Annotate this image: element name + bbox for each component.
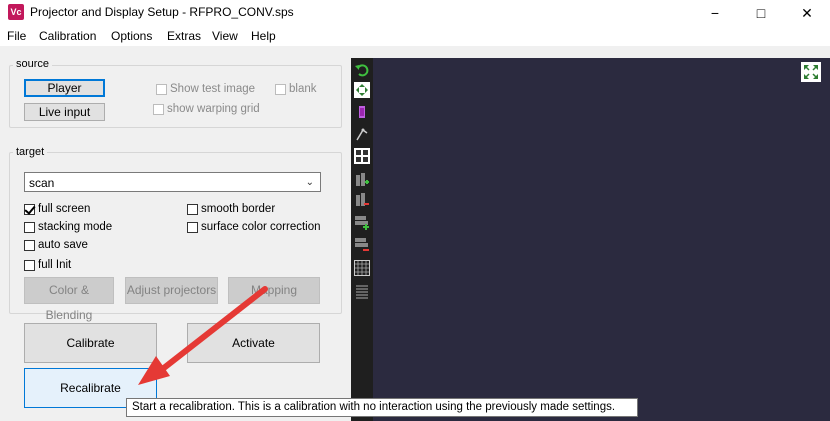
menu-bar: File Calibration Options Extras View Hel… [0, 26, 830, 46]
checkbox-box [24, 221, 35, 233]
show-test-image-label: Show test image [170, 83, 256, 95]
maximize-button[interactable]: □ [738, 0, 784, 26]
smooth-border-label: smooth border [201, 203, 276, 215]
menu-help[interactable]: Help [251, 29, 276, 43]
lines-icon[interactable] [354, 283, 370, 299]
auto-save-checkbox[interactable]: auto save [24, 237, 88, 253]
fit-view-icon[interactable] [354, 82, 370, 98]
close-button[interactable]: ✕ [784, 0, 830, 26]
target-select[interactable]: scan ⌄ [24, 172, 321, 192]
mapping-button[interactable]: Mapping [228, 277, 320, 304]
remove-column-icon[interactable] [354, 192, 370, 208]
title-bar: Vc Projector and Display Setup - RFPRO_C… [0, 0, 830, 26]
warp-grid-icon[interactable] [354, 260, 370, 276]
display-preview[interactable] [351, 58, 830, 421]
add-row-icon[interactable] [354, 214, 370, 230]
add-column-icon[interactable] [354, 172, 370, 188]
projector-icon[interactable] [354, 104, 370, 120]
menu-options[interactable]: Options [111, 29, 152, 43]
checkbox-box [187, 221, 198, 233]
menu-extras[interactable]: Extras [167, 29, 201, 43]
surface-color-correction-checkbox[interactable]: surface color correction [187, 219, 321, 235]
color-blending-button[interactable]: Color & Blending [24, 277, 114, 322]
full-screen-label: full screen [38, 203, 91, 215]
menu-file[interactable]: File [7, 29, 26, 43]
pointer-icon[interactable] [354, 126, 370, 142]
show-warping-grid-checkbox[interactable]: show warping grid [153, 101, 260, 117]
full-init-checkbox[interactable]: full Init [24, 257, 71, 273]
blank-label: blank [289, 83, 317, 95]
target-select-value: scan [29, 176, 55, 190]
menu-view[interactable]: View [212, 29, 238, 43]
source-group-label: source [13, 58, 53, 70]
remove-row-icon[interactable] [354, 236, 370, 252]
checkbox-box [156, 83, 167, 95]
show-warping-grid-label: show warping grid [167, 103, 260, 115]
stacking-mode-label: stacking mode [38, 221, 113, 233]
chevron-down-icon: ⌄ [305, 177, 314, 188]
checkbox-box [24, 259, 35, 271]
calibrate-button[interactable]: Calibrate [24, 323, 157, 363]
full-init-label: full Init [38, 259, 72, 271]
checkbox-box [24, 203, 35, 215]
checkbox-box [24, 239, 35, 251]
menu-calibration[interactable]: Calibration [39, 29, 96, 43]
window-title: Projector and Display Setup - RFPRO_CONV… [30, 5, 294, 19]
auto-save-label: auto save [38, 239, 88, 251]
show-test-image-checkbox[interactable]: Show test image [156, 81, 255, 97]
smooth-border-checkbox[interactable]: smooth border [187, 201, 275, 217]
minimize-button[interactable]: − [692, 0, 738, 26]
live-input-button[interactable]: Live input [24, 103, 105, 121]
surface-color-correction-label: surface color correction [201, 221, 321, 233]
adjust-projectors-button[interactable]: Adjust projectors [125, 277, 218, 304]
checkbox-box [187, 203, 198, 215]
checkbox-box [275, 83, 286, 95]
app-icon: Vc [8, 4, 24, 20]
full-screen-checkbox[interactable]: full screen [24, 201, 90, 217]
recalibrate-tooltip: Start a recalibration. This is a calibra… [126, 398, 638, 417]
player-button[interactable]: Player [24, 79, 105, 97]
blank-checkbox[interactable]: blank [275, 81, 317, 97]
undo-icon[interactable] [354, 62, 370, 78]
target-group-label: target [13, 146, 48, 158]
checkbox-box [153, 103, 164, 115]
fullscreen-icon[interactable] [801, 62, 821, 82]
display-toolstrip [351, 58, 373, 421]
activate-button[interactable]: Activate [187, 323, 320, 363]
grid-layout-icon[interactable] [354, 148, 370, 164]
stacking-mode-checkbox[interactable]: stacking mode [24, 219, 112, 235]
